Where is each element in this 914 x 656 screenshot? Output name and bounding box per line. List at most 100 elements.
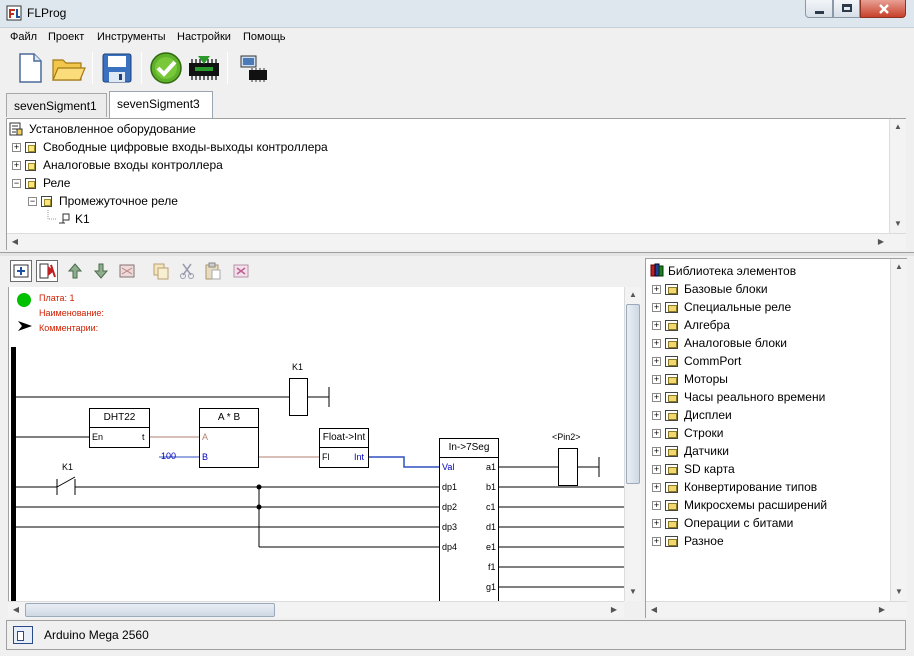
cut-button[interactable]: [176, 260, 198, 282]
library-item-label: Микросхемы расширений: [684, 498, 828, 512]
window-title: FLProg: [27, 6, 67, 20]
expand-icon[interactable]: +: [652, 411, 661, 420]
scroll-up-icon[interactable]: ▲: [890, 119, 906, 135]
save-button[interactable]: [99, 50, 135, 86]
expand-icon[interactable]: +: [12, 143, 21, 152]
new-file-button[interactable]: [12, 50, 48, 86]
dht22-block[interactable]: DHT22 En t: [89, 408, 150, 448]
expand-icon[interactable]: +: [652, 285, 661, 294]
constant-input-b[interactable]: 100: [161, 451, 176, 461]
folder-icon: [665, 428, 678, 439]
maximize-button[interactable]: [833, 0, 860, 18]
tree-item-label: K1: [75, 212, 90, 226]
scroll-right-icon[interactable]: ▶: [873, 234, 889, 250]
block-title: In->7Seg: [440, 439, 498, 458]
expand-icon[interactable]: +: [652, 393, 661, 402]
library-books-icon: [650, 263, 664, 277]
pin-dp2: dp2: [442, 502, 458, 512]
scroll-down-icon[interactable]: ▼: [625, 584, 641, 600]
scroll-left-icon[interactable]: ◀: [8, 602, 24, 618]
expand-icon[interactable]: +: [652, 447, 661, 456]
pin-t: t: [142, 432, 145, 442]
toolbar-separator: [92, 52, 93, 84]
expand-icon[interactable]: +: [652, 501, 661, 510]
expand-icon[interactable]: +: [12, 161, 21, 170]
scroll-right-icon[interactable]: ▶: [874, 602, 890, 618]
collapse-icon[interactable]: −: [12, 179, 21, 188]
expand-icon[interactable]: +: [652, 429, 661, 438]
open-button[interactable]: [50, 50, 86, 86]
check-project-button[interactable]: [148, 50, 184, 86]
scroll-right-icon[interactable]: ▶: [606, 602, 622, 618]
close-button[interactable]: [860, 0, 906, 18]
scroll-up-icon[interactable]: ▲: [625, 287, 641, 303]
tree-root-label: Установленное оборудование: [29, 122, 196, 136]
folder-icon: [665, 500, 678, 511]
coil-k1[interactable]: [289, 378, 308, 416]
scroll-left-icon[interactable]: ◀: [7, 234, 23, 250]
tab-sevensigment1[interactable]: sevenSigment1: [6, 93, 107, 117]
ladder-diagram-canvas[interactable]: Плата: 1 Наименование: Комментарии: K1 D…: [8, 287, 624, 601]
minimize-icon: [815, 11, 824, 14]
expand-icon[interactable]: +: [652, 483, 661, 492]
expand-icon[interactable]: +: [652, 339, 661, 348]
folder-icon: [665, 536, 678, 547]
expand-icon[interactable]: +: [652, 375, 661, 384]
library-vertical-scrollbar[interactable]: ▲ ▼: [890, 259, 907, 601]
paste-button[interactable]: [202, 260, 224, 282]
float-to-int-block[interactable]: Float->Int Fl Int: [319, 428, 369, 468]
block-title: DHT22: [90, 409, 149, 428]
collapse-icon[interactable]: −: [28, 197, 37, 206]
menu-project[interactable]: Проект: [48, 31, 84, 43]
vertical-scroll-thumb[interactable]: [626, 304, 640, 484]
tab-sevensigment3[interactable]: sevenSigment3: [109, 91, 213, 118]
expand-icon[interactable]: +: [652, 357, 661, 366]
library-item-label: Датчики: [684, 444, 729, 458]
delete-button[interactable]: [230, 260, 252, 282]
expand-icon[interactable]: +: [652, 465, 661, 474]
menu-tools[interactable]: Инструменты: [97, 31, 166, 43]
scroll-down-icon[interactable]: ▼: [891, 584, 907, 600]
library-item-label: Разное: [684, 534, 724, 548]
add-board-button[interactable]: [10, 260, 32, 282]
menu-help[interactable]: Помощь: [243, 31, 286, 43]
scroll-left-icon[interactable]: ◀: [646, 602, 662, 618]
digital-output-pin2[interactable]: [558, 448, 578, 486]
tab-label: sevenSigment3: [117, 97, 200, 111]
folder-icon: [665, 356, 678, 367]
diagram-horizontal-scrollbar[interactable]: ◀ ▶: [8, 601, 624, 618]
expand-icon[interactable]: +: [652, 303, 661, 312]
panel-splitter[interactable]: [0, 252, 914, 256]
library-item-label: Базовые блоки: [684, 282, 768, 296]
folder-icon: [665, 410, 678, 421]
open-folder-icon: [52, 59, 86, 81]
horizontal-scroll-thumb[interactable]: [25, 603, 275, 617]
move-down-icon: [93, 263, 109, 279]
board-properties-button[interactable]: [116, 260, 138, 282]
close-icon: [879, 4, 889, 14]
upload-button[interactable]: [235, 50, 271, 86]
copy-button[interactable]: [150, 260, 172, 282]
controller-model: Arduino Mega 2560: [44, 628, 149, 642]
library-horizontal-scrollbar[interactable]: ◀ ▶: [646, 601, 907, 618]
diagram-vertical-scrollbar[interactable]: ▲ ▼: [624, 287, 641, 601]
multiply-block[interactable]: A * B A B: [199, 408, 259, 468]
scroll-down-icon[interactable]: ▼: [890, 216, 906, 232]
expand-icon[interactable]: +: [652, 519, 661, 528]
paste-icon: [205, 262, 221, 280]
tab-label: sevenSigment1: [14, 99, 97, 113]
seven-segment-block[interactable]: In->7Seg Val dp1 dp2 dp3 dp4 a1 b1 c1 d1…: [439, 438, 499, 601]
minimize-button[interactable]: [805, 0, 833, 18]
move-down-button[interactable]: [90, 260, 112, 282]
menu-file[interactable]: Файл: [10, 31, 37, 43]
compile-button[interactable]: [186, 50, 222, 86]
expand-icon[interactable]: +: [652, 321, 661, 330]
folder-node-icon: [25, 142, 36, 153]
expand-icon[interactable]: +: [652, 537, 661, 546]
delete-board-button[interactable]: [36, 260, 58, 282]
scroll-up-icon[interactable]: ▲: [891, 259, 907, 275]
hardware-tree-vertical-scrollbar[interactable]: ▲ ▼: [889, 119, 906, 233]
move-up-button[interactable]: [64, 260, 86, 282]
hardware-tree-horizontal-scrollbar[interactable]: ◀ ▶: [7, 233, 906, 250]
menu-settings[interactable]: Настройки: [177, 31, 231, 43]
